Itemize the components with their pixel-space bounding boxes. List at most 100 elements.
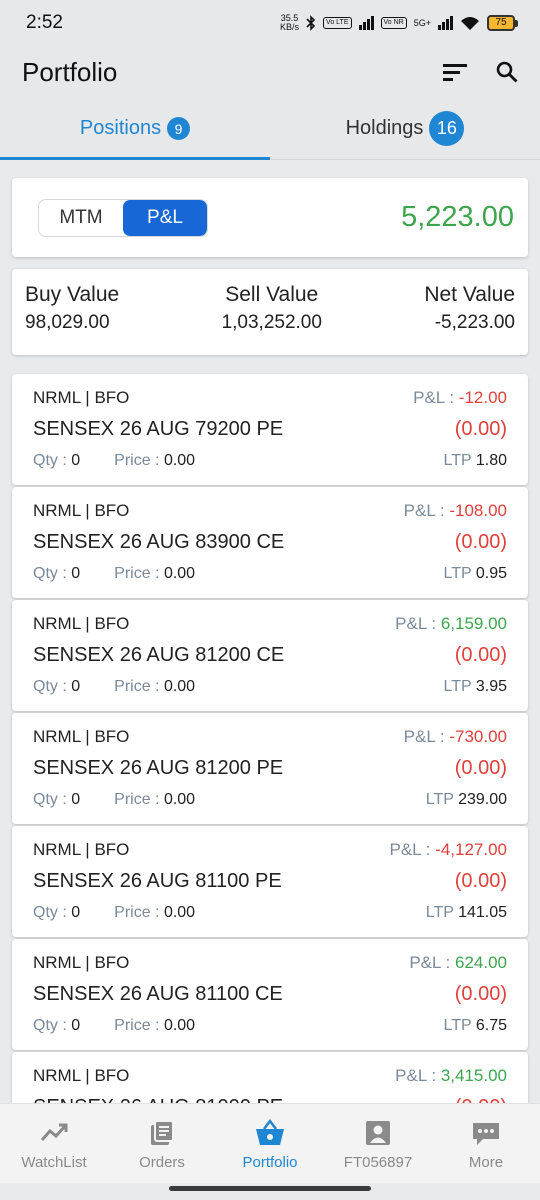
nav-portfolio-label: Portfolio: [242, 1154, 298, 1171]
position-row[interactable]: NRML | BFO P&L : 6,159.00 SENSEX 26 AUG 81…: [12, 600, 528, 711]
segment-separator: |: [85, 388, 90, 407]
product-type: NRML: [33, 953, 81, 972]
net-speed-unit: KB/s: [280, 22, 300, 32]
position-meta-row: NRML | BFO P&L : -730.00: [33, 726, 507, 748]
buy-value-label: Buy Value: [25, 283, 120, 306]
value-summary-card: Buy Value 98,029.00 Sell Value 1,03,252.…: [12, 269, 528, 355]
position-qty-price: Qty : 0 Price : 0.00: [33, 678, 195, 696]
nav-more-label: More: [468, 1154, 504, 1171]
pnl-value: 624.00: [455, 953, 507, 972]
exchange: BFO: [94, 1066, 130, 1085]
qty-value: 0: [71, 1017, 81, 1034]
net-speed: 35.5 KB/s: [280, 14, 299, 32]
orders-icon: [151, 1120, 174, 1145]
basket-icon: [256, 1118, 284, 1145]
status-icons: 35.5 KB/s Vo LTE Vo NR 5G+ 75: [280, 14, 518, 32]
positions-list: NRML | BFO P&L : -12.00 SENSEX 26 AUG 7920…: [12, 374, 528, 1134]
vonr-tag: Vo NR: [380, 17, 407, 29]
qty-value: 0: [71, 791, 81, 808]
position-row[interactable]: NRML | BFO P&L : -12.00 SENSEX 26 AUG 7920…: [12, 374, 528, 485]
qty-label: Qty :: [33, 678, 72, 695]
position-detail-row: Qty : 0 Price : 0.00 LTP 0.95: [33, 562, 507, 586]
net-value-label: Net Value: [424, 283, 515, 306]
price-value: 0.00: [163, 678, 196, 695]
trend-icon: [40, 1123, 68, 1141]
exchange: BFO: [94, 501, 130, 520]
position-symbol: SENSEX 26 AUG 81200 CE: [33, 643, 285, 666]
position-meta-row: NRML | BFO P&L : -108.00: [33, 500, 507, 522]
pnl-change: (0.00): [454, 756, 507, 779]
position-detail-row: Qty : 0 Price : 0.00 LTP 1.80: [33, 449, 507, 473]
exchange: BFO: [94, 388, 130, 407]
nav-more[interactable]: More: [432, 1104, 540, 1183]
price-label: Price :: [114, 678, 164, 695]
pnl-summary-card: MTM P&L 5,223.00: [12, 178, 528, 257]
nav-portfolio[interactable]: Portfolio: [216, 1104, 324, 1183]
position-ltp: LTP 239.00: [426, 791, 507, 809]
position-qty-price: Qty : 0 Price : 0.00: [33, 791, 195, 809]
position-ltp: LTP 141.05: [426, 904, 507, 922]
tab-positions[interactable]: Positions 9: [0, 98, 270, 160]
ltp-value: 3.95: [475, 678, 507, 695]
position-qty-price: Qty : 0 Price : 0.00: [33, 565, 195, 583]
status-time: 2:52: [26, 12, 63, 33]
position-row[interactable]: NRML | BFO P&L : -730.00 SENSEX 26 AUG 812…: [12, 713, 528, 824]
position-symbol-row: SENSEX 26 AUG 83900 CE (0.00): [33, 522, 507, 562]
ltp-label: LTP: [443, 565, 472, 582]
toggle-mtm-button[interactable]: MTM: [39, 200, 123, 236]
position-row[interactable]: NRML | BFO P&L : 624.00 SENSEX 26 AUG 8110…: [12, 939, 528, 1050]
pnl-label: P&L :: [403, 727, 450, 746]
position-symbol-row: SENSEX 26 AUG 81100 PE (0.00): [33, 861, 507, 901]
search-icon[interactable]: [496, 61, 518, 83]
portfolio-tabs: Positions 9 Holdings 16: [0, 98, 540, 160]
ltp-label: LTP: [425, 791, 454, 808]
pnl-label: P&L :: [395, 1066, 441, 1085]
bluetooth-icon: [306, 15, 316, 31]
tab-holdings-label: Holdings: [345, 117, 424, 139]
nav-watchlist[interactable]: WatchList: [0, 1104, 108, 1183]
price-value: 0.00: [163, 565, 196, 582]
nav-orders[interactable]: Orders: [108, 1104, 216, 1183]
position-pnl: P&L : 6,159.00: [395, 614, 507, 634]
buy-value-group: Buy Value 98,029.00: [25, 283, 119, 355]
position-symbol: SENSEX 26 AUG 83900 CE: [33, 530, 285, 553]
holdings-count-badge: 16: [429, 111, 465, 146]
position-row[interactable]: NRML | BFO P&L : -108.00 SENSEX 26 AUG 839…: [12, 487, 528, 598]
sort-icon[interactable]: [442, 62, 468, 82]
position-pnl: P&L : -108.00: [404, 501, 507, 521]
position-detail-row: Qty : 0 Price : 0.00 LTP 6.75: [33, 1014, 507, 1038]
qty-label: Qty :: [33, 452, 72, 469]
segment-separator: |: [85, 501, 90, 520]
pnl-change: (0.00): [454, 530, 507, 553]
position-qty-price: Qty : 0 Price : 0.00: [33, 904, 195, 922]
position-segment: NRML | BFO: [33, 614, 129, 634]
position-detail-row: Qty : 0 Price : 0.00 LTP 3.95: [33, 675, 507, 699]
exchange: BFO: [94, 727, 130, 746]
qty-value: 0: [71, 452, 81, 469]
product-type: NRML: [33, 727, 81, 746]
position-detail-row: Qty : 0 Price : 0.00 LTP 239.00: [33, 788, 507, 812]
position-pnl: P&L : -12.00: [413, 388, 507, 408]
positions-count-badge: 9: [167, 117, 191, 140]
pnl-label: P&L :: [403, 501, 450, 520]
position-segment: NRML | BFO: [33, 953, 129, 973]
volte-tag: Vo LTE: [323, 17, 352, 29]
tab-holdings[interactable]: Holdings 16: [270, 98, 540, 159]
product-type: NRML: [33, 614, 81, 633]
position-ltp: LTP 1.80: [444, 452, 507, 470]
position-row[interactable]: NRML | BFO P&L : -4,127.00 SENSEX 26 AUG 8…: [12, 826, 528, 937]
qty-label: Qty :: [33, 791, 72, 808]
toggle-pnl-button[interactable]: P&L: [123, 199, 207, 236]
gesture-bar: [169, 1186, 371, 1191]
wifi-icon: [461, 17, 479, 30]
position-ltp: LTP 6.75: [444, 1017, 507, 1035]
exchange: BFO: [94, 953, 130, 972]
ltp-label: LTP: [443, 678, 472, 695]
pnl-label: P&L :: [389, 840, 436, 859]
segment-separator: |: [85, 840, 90, 859]
position-pnl: P&L : 624.00: [409, 953, 507, 973]
nav-account[interactable]: FT056897: [324, 1104, 432, 1183]
ltp-value: 0.95: [475, 565, 507, 582]
qty-value: 0: [71, 904, 81, 921]
segment-separator: |: [85, 614, 90, 633]
